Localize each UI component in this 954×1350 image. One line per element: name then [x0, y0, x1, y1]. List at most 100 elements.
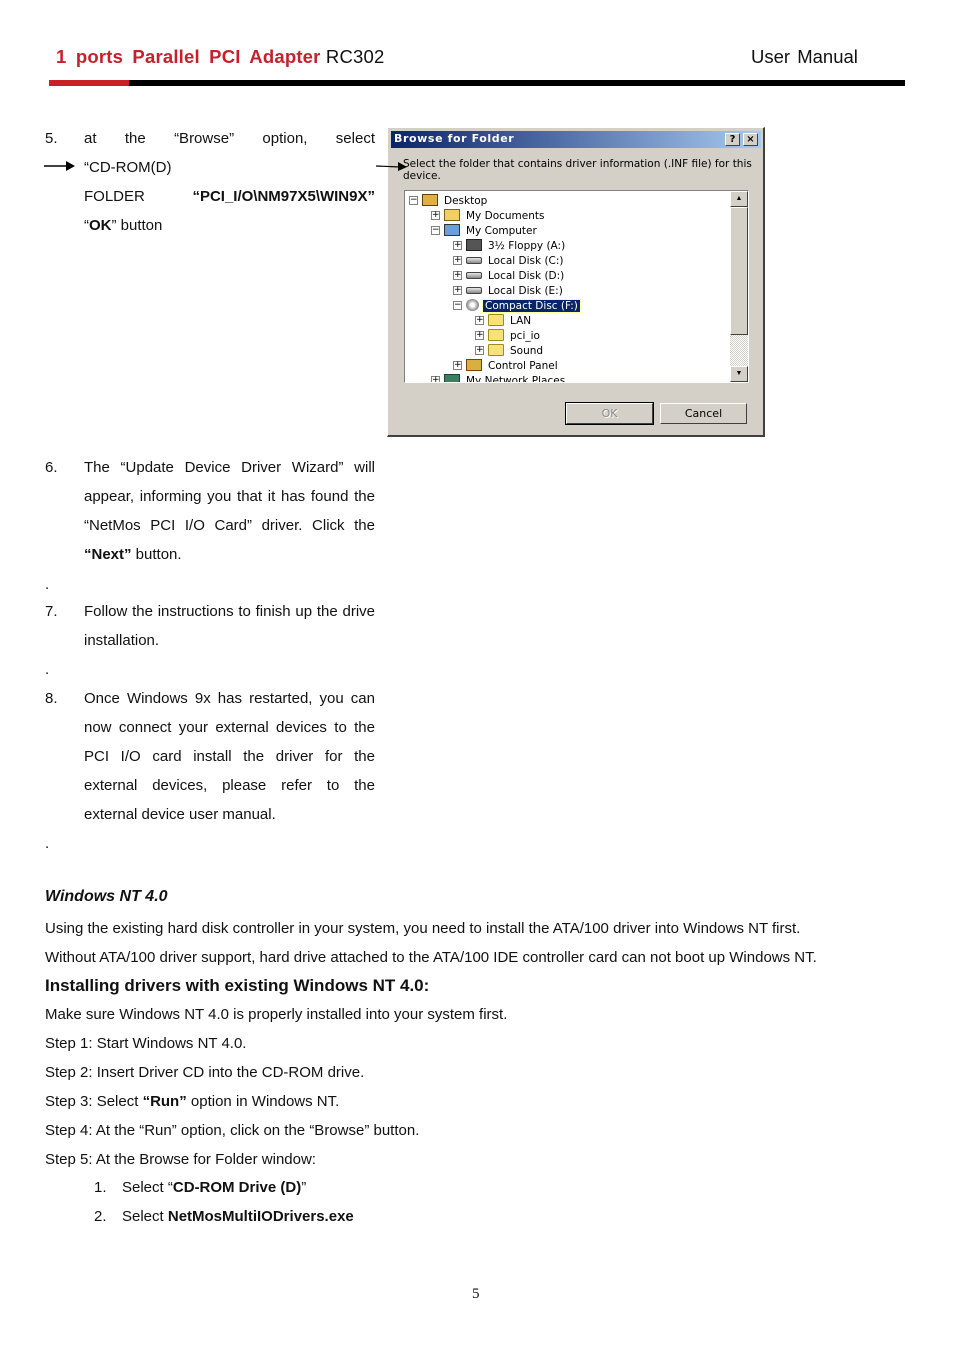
- step-7-text: Follow the instructions to finish up the…: [84, 603, 375, 649]
- tree-item-label[interactable]: LAN: [508, 315, 533, 327]
- step-3-pre: Step 3: Select: [45, 1093, 143, 1110]
- folder-icon: [488, 329, 504, 341]
- tree-item[interactable]: +3½ Floppy (A:): [453, 239, 567, 254]
- tree-item[interactable]: − Compact Disc (F:): [453, 299, 581, 314]
- help-button[interactable]: ?: [725, 133, 740, 146]
- step-8-number: 8.: [45, 690, 58, 707]
- scroll-up-button[interactable]: ▲: [730, 191, 748, 207]
- my-documents-icon: [444, 209, 460, 221]
- collapse-icon[interactable]: −: [453, 300, 462, 310]
- step-6-tail: button.: [131, 546, 182, 563]
- header-rule: [129, 80, 905, 86]
- expand-icon[interactable]: +: [475, 330, 484, 340]
- section-heading-installing: Installing drivers with existing Windows…: [45, 976, 430, 995]
- run-label: “Run”: [142, 1093, 187, 1110]
- expand-icon[interactable]: +: [453, 360, 462, 370]
- dialog-message: Select the folder that contains driver i…: [403, 158, 752, 182]
- step-5-line-2: “CD-ROM(D): [84, 159, 172, 176]
- step-6-text: The “Update Device Driver Wizard” will a…: [84, 453, 375, 569]
- nt-step-3: Step 3: Select “Run” option in Windows N…: [45, 1093, 339, 1110]
- tree-item[interactable]: + Sound: [475, 344, 545, 359]
- nt-substep-1: 1. Select “CD-ROM Drive (D)”: [94, 1179, 306, 1196]
- nt-prerequisite: Make sure Windows NT 4.0 is properly ins…: [45, 1006, 508, 1023]
- nt-intro-1: Using the existing hard disk controller …: [45, 920, 801, 937]
- tree-item-label[interactable]: Local Disk (E:): [486, 285, 565, 297]
- control-panel-icon: [466, 359, 482, 371]
- substep-number: 2.: [94, 1208, 107, 1225]
- scroll-thumb[interactable]: [730, 207, 748, 335]
- tree-item-label[interactable]: pci_io: [508, 330, 542, 342]
- tree-item-label[interactable]: 3½ Floppy (A:): [486, 240, 567, 252]
- expand-icon[interactable]: +: [431, 210, 440, 220]
- folder-icon: [488, 344, 504, 356]
- expand-icon[interactable]: +: [453, 240, 462, 250]
- ok-button[interactable]: OK: [565, 402, 654, 425]
- tree-item[interactable]: + Local Disk (C:): [453, 254, 566, 269]
- network-icon: [444, 374, 460, 382]
- tree-item-label[interactable]: My Documents: [464, 210, 546, 222]
- step-7-number: 7.: [45, 603, 58, 620]
- computer-icon: [444, 224, 460, 236]
- tree-item[interactable]: + LAN: [475, 314, 533, 329]
- nt-intro-2: Without ATA/100 driver support, hard dri…: [45, 949, 817, 966]
- collapse-icon[interactable]: −: [409, 195, 418, 205]
- tree-item-label[interactable]: Control Panel: [486, 360, 560, 372]
- nt-step-4: Step 4: At the “Run” option, click on th…: [45, 1122, 420, 1139]
- tree-item[interactable]: + pci_io: [475, 329, 542, 344]
- hard-disk-icon: [466, 271, 482, 279]
- folder-path: “PCI_I/O\NM97X5\WIN9X”: [192, 188, 375, 205]
- folder-tree[interactable]: − Desktop + My Documents − My Computer +3½ Flo…: [404, 190, 749, 383]
- substep-post: ”: [301, 1179, 307, 1196]
- next-label: “Next”: [84, 546, 132, 563]
- tree-item[interactable]: + My Documents: [431, 209, 546, 224]
- ok-label: OK: [89, 217, 112, 234]
- hard-disk-icon: [466, 286, 482, 294]
- floppy-icon: [466, 239, 482, 251]
- cd-rom-drive-label: CD-ROM Drive (D): [172, 1179, 302, 1196]
- cancel-button[interactable]: Cancel: [660, 403, 747, 424]
- tree-item[interactable]: + My Network Places: [431, 374, 567, 382]
- button-word: ” button: [111, 217, 163, 234]
- expand-icon[interactable]: +: [475, 345, 484, 355]
- tree-item-label[interactable]: Local Disk (C:): [486, 255, 566, 267]
- tree-item-label[interactable]: Sound: [508, 345, 545, 357]
- step-3-post: option in Windows NT.: [186, 1093, 340, 1110]
- collapse-icon[interactable]: −: [431, 225, 440, 235]
- tree-item[interactable]: − Desktop: [409, 194, 489, 209]
- vertical-scrollbar[interactable]: ▲ ▼: [730, 191, 748, 382]
- folder-tree-view: − Desktop + My Documents − My Computer +3½ Flo…: [405, 191, 730, 382]
- expand-icon[interactable]: +: [453, 270, 462, 280]
- model-number: RC302: [325, 46, 385, 67]
- step-5-text: at the “Browse” option, select “CD-ROM(D…: [84, 124, 375, 240]
- tree-item[interactable]: + Local Disk (D:): [453, 269, 566, 284]
- tree-item-label[interactable]: Desktop: [442, 195, 489, 207]
- product-name: 1 ports Parallel PCI Adapter: [56, 46, 321, 67]
- desktop-icon: [422, 194, 438, 206]
- substep-pre: Select: [122, 1208, 168, 1225]
- step-8-text: Once Windows 9x has restarted, you can n…: [84, 690, 375, 823]
- step-5-line-1: at the “Browse” option, select: [84, 130, 375, 147]
- executable-name: NetMosMultiIODrivers.exe: [167, 1208, 354, 1225]
- tree-item-label[interactable]: Compact Disc (F:): [482, 299, 581, 313]
- expand-icon[interactable]: +: [453, 285, 462, 295]
- step-5-number: 5.: [45, 130, 58, 147]
- expand-icon[interactable]: +: [475, 315, 484, 325]
- tree-item[interactable]: + Control Panel: [453, 359, 560, 374]
- expand-icon[interactable]: +: [431, 375, 440, 382]
- pointer-arrow-icon: [376, 162, 407, 171]
- nt-substep-2: 2. Select NetMosMultiIODrivers.exe: [94, 1208, 354, 1225]
- tree-item-label[interactable]: My Computer: [464, 225, 539, 237]
- page-number: 5: [472, 1286, 480, 1302]
- tree-item[interactable]: − My Computer: [431, 224, 539, 239]
- tree-item[interactable]: + Local Disk (E:): [453, 284, 565, 299]
- separator-dot: .: [45, 576, 50, 593]
- scroll-down-button[interactable]: ▼: [730, 366, 748, 382]
- expand-icon[interactable]: +: [453, 255, 462, 265]
- tree-item-label[interactable]: Local Disk (D:): [486, 270, 566, 282]
- folder-label: FOLDER: [84, 188, 145, 205]
- tree-item-label[interactable]: My Network Places: [464, 375, 567, 382]
- dialog-title: Browse for Folder: [394, 132, 515, 145]
- hard-disk-icon: [466, 256, 482, 264]
- header-title: 1 ports Parallel PCI Adapter RC302: [56, 46, 385, 68]
- close-button[interactable]: ×: [743, 133, 758, 146]
